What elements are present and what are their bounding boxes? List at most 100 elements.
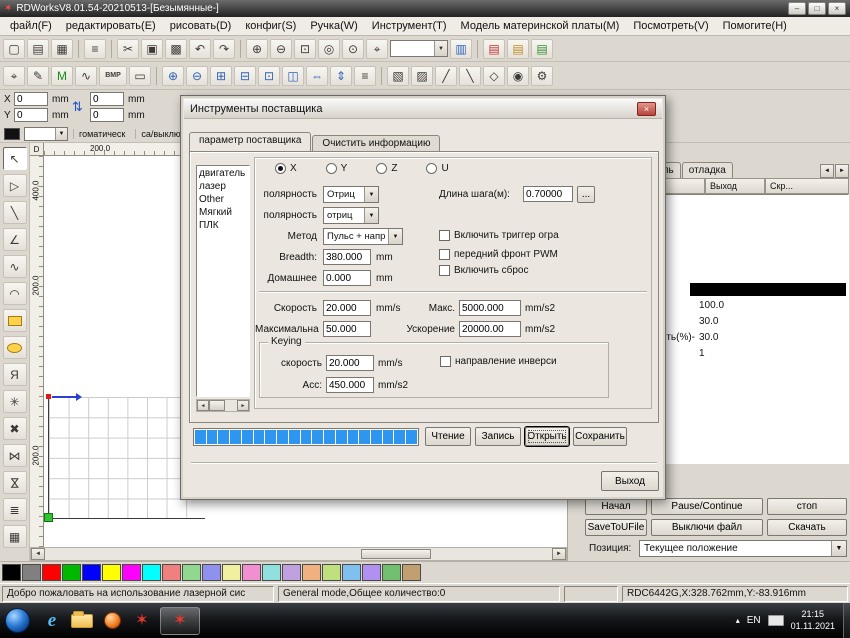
palette-color-12[interactable] bbox=[242, 564, 261, 581]
step-more-button[interactable]: ... bbox=[577, 186, 595, 203]
palette-color-8[interactable] bbox=[162, 564, 181, 581]
mode-select[interactable]: ▼ bbox=[24, 127, 68, 141]
zoom-window-icon[interactable]: ⊡ bbox=[294, 39, 316, 59]
speed-input[interactable] bbox=[323, 300, 371, 316]
panel-button-выключи-файл[interactable]: Выключи файл bbox=[651, 519, 763, 536]
delete-tool-icon[interactable]: ✖ bbox=[3, 417, 27, 440]
show-desktop-button[interactable] bbox=[843, 603, 850, 638]
dialog-tab-очистить-информацию[interactable]: Очистить информацию bbox=[312, 135, 440, 152]
settings-gear-icon[interactable]: ⚙ bbox=[531, 66, 553, 86]
save-icon[interactable]: ▦ bbox=[51, 39, 73, 59]
preview-monitor-icon[interactable]: ▥ bbox=[450, 39, 472, 59]
copy-icon[interactable]: ▣ bbox=[141, 39, 163, 59]
menu-ручка-w[interactable]: Ручка(W) bbox=[303, 19, 364, 33]
menu-конфиг-s[interactable]: конфиг(S) bbox=[238, 19, 303, 33]
list-scrollbar[interactable]: ◄ ► bbox=[196, 399, 250, 412]
scroll-right-icon[interactable]: ► bbox=[552, 548, 566, 560]
node-edit-icon[interactable]: ▷ bbox=[3, 174, 27, 197]
column-header-1[interactable]: Выход bbox=[705, 178, 765, 194]
backslash-tool-icon[interactable]: ╲ bbox=[459, 66, 481, 86]
rdworks-taskbar-button[interactable]: ✶ bbox=[160, 607, 200, 635]
language-indicator[interactable]: EN bbox=[747, 615, 761, 626]
line-tool-icon[interactable]: ╲ bbox=[3, 201, 27, 224]
rect-outline-icon[interactable]: ▭ bbox=[129, 66, 151, 86]
home-input[interactable] bbox=[323, 270, 371, 286]
swap-xy-icon[interactable]: ⇅ bbox=[72, 100, 83, 113]
zoom-selection-icon[interactable]: ⊙ bbox=[342, 39, 364, 59]
array-copy-icon[interactable]: ▦ bbox=[3, 525, 27, 548]
minimize-button[interactable]: – bbox=[788, 2, 806, 15]
palette-color-11[interactable] bbox=[222, 564, 241, 581]
bmp-tool-icon[interactable]: BMP bbox=[99, 66, 127, 86]
hatch-dense-icon[interactable]: ▨ bbox=[411, 66, 433, 86]
menu-посмотреть-v[interactable]: Посмотреть(V) bbox=[626, 19, 715, 33]
undo-icon[interactable]: ↶ bbox=[189, 39, 211, 59]
list-item-лазер[interactable]: лазер bbox=[199, 180, 247, 193]
new-file-icon[interactable]: ▢ bbox=[3, 39, 25, 59]
x2-input[interactable] bbox=[90, 92, 124, 106]
star-tool-icon[interactable]: ✳ bbox=[3, 390, 27, 413]
pwm-front-checkbox[interactable]: передний фронт PWM bbox=[439, 249, 558, 260]
dialog-button-сохранить[interactable]: Сохранить bbox=[573, 427, 627, 446]
zoom-out-blue-icon[interactable]: ⊖ bbox=[186, 66, 208, 86]
horizontal-scrollbar[interactable]: ◄ ► bbox=[30, 547, 567, 561]
dialog-close-button[interactable]: × bbox=[637, 102, 656, 116]
start-button[interactable] bbox=[5, 608, 30, 633]
accel-input[interactable] bbox=[459, 321, 521, 337]
dialog-button-открыть[interactable]: Открыть bbox=[525, 427, 569, 446]
polarity1-select[interactable]: Отриц▼ bbox=[323, 186, 379, 203]
rect-tool-icon[interactable] bbox=[3, 309, 27, 332]
zoom-all-icon[interactable]: ◎ bbox=[318, 39, 340, 59]
trigger-limit-checkbox[interactable]: Включить триггер огра bbox=[439, 230, 559, 241]
zoom-box-icon[interactable]: ⊞ bbox=[210, 66, 232, 86]
position-select[interactable]: Текущее положение ▼ bbox=[639, 540, 847, 557]
tab-scroll-right-icon[interactable]: ► bbox=[835, 164, 849, 178]
arc-tool-icon[interactable]: ◠ bbox=[3, 282, 27, 305]
clock[interactable]: 21:15 01.11.2021 bbox=[791, 609, 835, 632]
palette-color-0[interactable] bbox=[2, 564, 21, 581]
redo-icon[interactable]: ↷ bbox=[213, 39, 235, 59]
palette-color-18[interactable] bbox=[362, 564, 381, 581]
pan-blue-icon[interactable]: ◫ bbox=[282, 66, 304, 86]
explorer-folder-icon[interactable] bbox=[67, 607, 97, 634]
panel-button-pause-continue[interactable]: Pause/Continue bbox=[651, 498, 763, 515]
scroll-left-icon[interactable]: ◄ bbox=[31, 548, 45, 560]
open-file-icon[interactable]: ▤ bbox=[27, 39, 49, 59]
paste-icon[interactable]: ▩ bbox=[165, 39, 187, 59]
x1-input[interactable] bbox=[14, 92, 48, 106]
method-select[interactable]: Пульс + напр▼ bbox=[323, 228, 403, 245]
list-item-other[interactable]: Other bbox=[199, 193, 247, 206]
maximize-button[interactable]: □ bbox=[808, 2, 826, 15]
palette-color-1[interactable] bbox=[22, 564, 41, 581]
wave-tool-icon[interactable]: ∿ bbox=[75, 66, 97, 86]
diamond-tool-icon[interactable]: ◇ bbox=[483, 66, 505, 86]
acc-input[interactable] bbox=[326, 377, 374, 393]
rdworks-shortcut-icon[interactable]: ✶ bbox=[127, 607, 157, 634]
output-table-green-icon[interactable]: ▤ bbox=[531, 39, 553, 59]
axis-radio-u[interactable]: U bbox=[426, 163, 448, 174]
palette-color-19[interactable] bbox=[382, 564, 401, 581]
scrollbar-thumb[interactable] bbox=[209, 400, 225, 411]
palette-color-9[interactable] bbox=[182, 564, 201, 581]
menu-модель-материнской-платы-м[interactable]: Модель материнской платы(М) bbox=[454, 19, 627, 33]
menu-инструмент-т[interactable]: Инструмент(Т) bbox=[365, 19, 454, 33]
pen-color-swatch[interactable] bbox=[4, 128, 20, 140]
palette-color-17[interactable] bbox=[342, 564, 361, 581]
output-table-orange-icon[interactable]: ▤ bbox=[507, 39, 529, 59]
step-length-input[interactable] bbox=[523, 186, 573, 202]
breadth-input[interactable] bbox=[323, 249, 371, 265]
y2-input[interactable] bbox=[90, 108, 124, 122]
palette-color-16[interactable] bbox=[322, 564, 341, 581]
cut-icon[interactable]: ✂ bbox=[117, 39, 139, 59]
palette-color-20[interactable] bbox=[402, 564, 421, 581]
curve-tool-icon[interactable]: ∿ bbox=[3, 255, 27, 278]
enable-reset-checkbox[interactable]: Включить сброс bbox=[439, 265, 529, 276]
text-m-icon[interactable]: M bbox=[51, 66, 73, 86]
menu-файл-f[interactable]: файл(F) bbox=[3, 19, 59, 33]
zoom-in-blue-icon[interactable]: ⊕ bbox=[162, 66, 184, 86]
column-header-2[interactable]: Скр... bbox=[765, 178, 849, 194]
keyboard-icon[interactable] bbox=[768, 615, 784, 626]
media-player-icon[interactable] bbox=[97, 607, 127, 634]
hatch-icon[interactable]: ▧ bbox=[387, 66, 409, 86]
arrows-horizontal-icon[interactable]: ⇔ bbox=[306, 66, 328, 86]
